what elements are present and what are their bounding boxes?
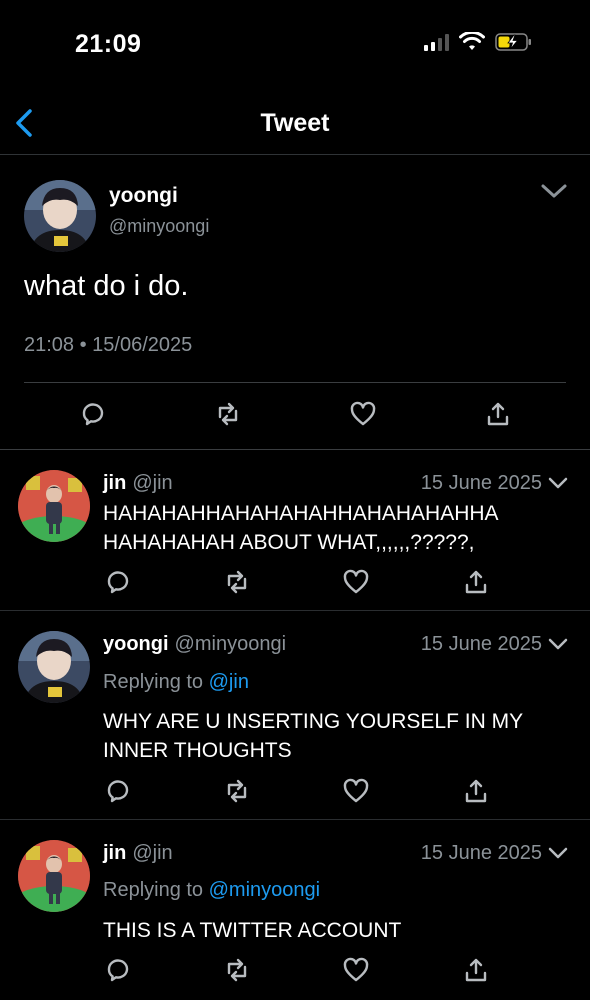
status-icons <box>424 32 533 52</box>
tweet-text: what do i do. <box>24 270 189 302</box>
replying-to-label: Replying to <box>103 671 204 693</box>
heart-icon[interactable] <box>349 400 377 428</box>
heart-icon[interactable] <box>342 568 370 596</box>
divider <box>24 382 566 383</box>
reply-author-handle[interactable]: @minyoongi <box>175 633 286 655</box>
share-icon[interactable] <box>484 400 512 428</box>
reply-date: 15 June 2025 <box>420 472 542 494</box>
author-handle[interactable]: @minyoongi <box>109 216 209 237</box>
reply-text-line: INNER THOUGHTS <box>103 739 292 762</box>
reply-header: jin @jin <box>103 842 173 865</box>
reply-icon[interactable] <box>79 400 107 428</box>
chevron-down-icon[interactable] <box>548 637 568 651</box>
reply-tweet[interactable]: yoongi @minyoongi 15 June 2025 Replying t… <box>0 611 590 820</box>
reply-header: yoongi @minyoongi <box>103 633 286 656</box>
retweet-icon[interactable] <box>214 400 242 428</box>
reply-icon[interactable] <box>104 777 132 805</box>
author-name[interactable]: yoongi <box>109 184 178 208</box>
reply-text-line: THIS IS A TWITTER ACCOUNT <box>103 919 402 942</box>
battery-charging-icon <box>495 33 531 51</box>
reply-text: WHY ARE U INSERTING YOURSELF IN MY INNER… <box>103 707 573 765</box>
cellular-signal-icon <box>424 33 449 51</box>
reply-text-line: HAHAHAHHAHAHAHAHHAHAHAHAHHA <box>103 502 499 525</box>
reply-author-name[interactable]: jin <box>103 842 126 864</box>
share-icon[interactable] <box>462 956 490 984</box>
reply-text-line: WHY ARE U INSERTING YOURSELF IN MY <box>103 710 524 733</box>
reply-icon[interactable] <box>104 956 132 984</box>
status-bar: 21:09 <box>0 0 590 90</box>
heart-icon[interactable] <box>342 777 370 805</box>
reply-text: THIS IS A TWITTER ACCOUNT <box>103 916 573 945</box>
avatar[interactable] <box>18 840 90 912</box>
share-icon[interactable] <box>462 777 490 805</box>
chevron-down-icon[interactable] <box>548 476 568 490</box>
replying-to-link[interactable]: @minyoongi <box>209 879 320 901</box>
retweet-icon[interactable] <box>223 568 251 596</box>
replying-to: Replying to @jin <box>103 671 249 694</box>
heart-icon[interactable] <box>342 956 370 984</box>
avatar[interactable] <box>18 631 90 703</box>
retweet-icon[interactable] <box>223 956 251 984</box>
reply-date: 15 June 2025 <box>420 633 542 655</box>
page-title: Tweet <box>260 109 330 137</box>
chevron-down-icon[interactable] <box>540 182 568 202</box>
reply-actions <box>0 956 590 992</box>
reply-author-handle[interactable]: @jin <box>132 472 172 494</box>
retweet-icon[interactable] <box>223 777 251 805</box>
reply-text: HAHAHAHHAHAHAHAHHAHAHAHAHHA HAHAHAHAH AB… <box>103 499 573 557</box>
reply-text-line: HAHAHAHAH ABOUT WHAT,,,,,,?????, <box>103 531 475 554</box>
replying-to-label: Replying to <box>103 879 204 901</box>
main-tweet: yoongi @minyoongi what do i do. 21:08 • … <box>0 156 590 450</box>
replying-to-link[interactable]: @jin <box>209 671 249 693</box>
tweet-actions <box>0 400 590 436</box>
nav-header: Tweet <box>0 95 590 155</box>
reply-author-name[interactable]: jin <box>103 472 126 494</box>
replying-to: Replying to @minyoongi <box>103 879 320 902</box>
reply-actions <box>0 568 590 604</box>
status-time: 21:09 <box>75 30 142 58</box>
avatar[interactable] <box>18 470 90 542</box>
reply-header: jin @jin <box>103 472 173 495</box>
reply-icon[interactable] <box>104 568 132 596</box>
avatar[interactable] <box>24 180 96 252</box>
share-icon[interactable] <box>462 568 490 596</box>
chevron-down-icon[interactable] <box>548 846 568 860</box>
reply-tweet[interactable]: jin @jin 15 June 2025 Replying to @minyoo… <box>0 820 590 1000</box>
tweet-timestamp: 21:08 • 15/06/2025 <box>24 334 193 356</box>
wifi-icon <box>459 32 485 50</box>
reply-date: 15 June 2025 <box>420 842 542 864</box>
reply-tweet[interactable]: jin @jin 15 June 2025 HAHAHAHHAHAHAHAHHAH… <box>0 450 590 611</box>
reply-author-handle[interactable]: @jin <box>132 842 172 864</box>
reply-author-name[interactable]: yoongi <box>103 633 169 655</box>
reply-actions <box>0 777 590 813</box>
